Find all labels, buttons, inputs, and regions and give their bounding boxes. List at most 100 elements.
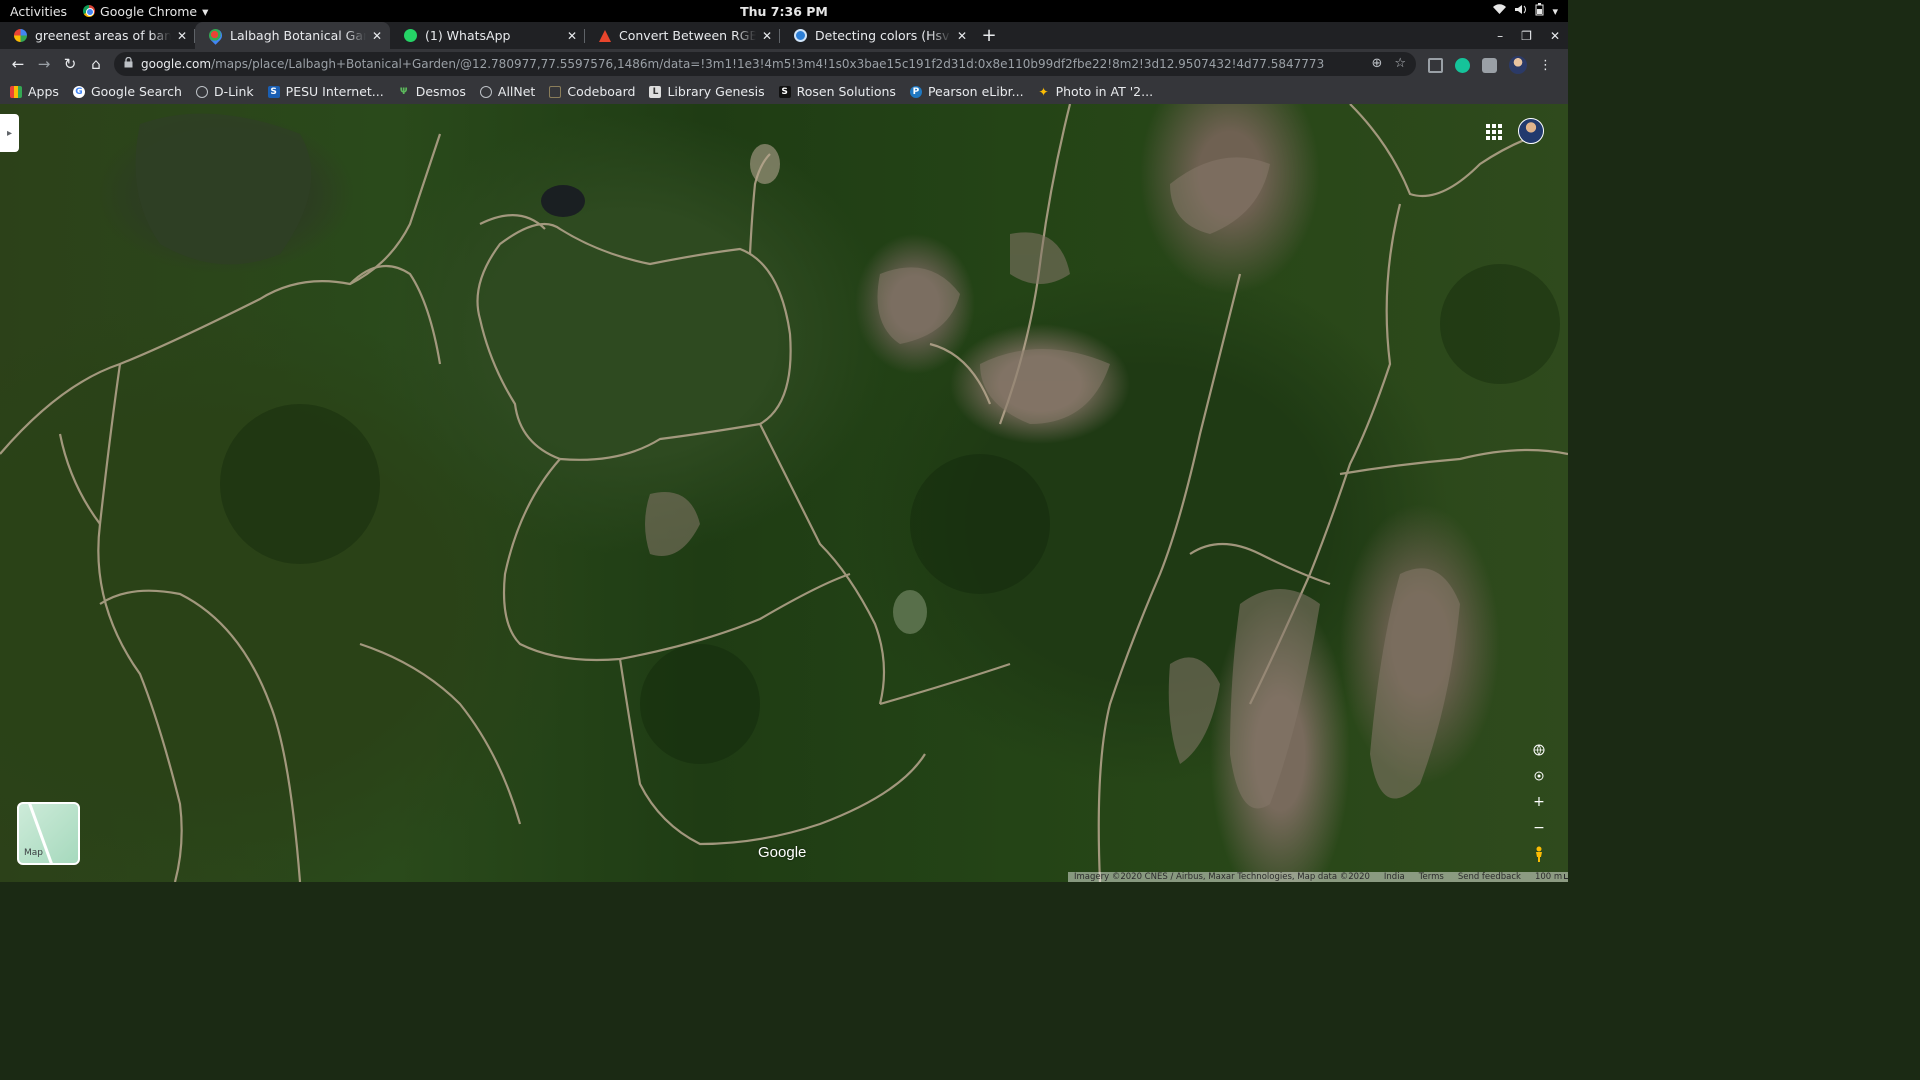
satellite-map[interactable]: ▸ Map Google + − Imagery ©2020 CNES / Ai… [0, 104, 1568, 882]
activities-button[interactable]: Activities [10, 4, 67, 19]
power-menu-icon: ▾ [1552, 4, 1558, 18]
install-app-icon[interactable]: ⊕ [1371, 56, 1382, 71]
tab-convert-rgb[interactable]: Convert Between RGB and HSV ✕ [585, 22, 780, 49]
tab-title: greenest areas of bangalore [35, 28, 171, 43]
bookmark-label: Google Search [90, 84, 182, 99]
globe-icon [479, 85, 492, 98]
library-genesis-icon: L [649, 85, 662, 98]
tab-lalbagh[interactable]: Lalbagh Botanical Garden ✕ [195, 22, 390, 49]
whatsapp-icon [404, 29, 417, 42]
bookmark-desmos[interactable]: Ψ Desmos [398, 84, 466, 99]
bookmark-label: D-Link [213, 84, 254, 99]
map-layer-label: Map [24, 848, 43, 858]
clock[interactable]: Thu 7:36 PM [740, 4, 828, 19]
kebab-menu-icon[interactable]: ⋮ [1539, 58, 1552, 73]
bookmark-label: Photo in AT '2... [1055, 84, 1154, 99]
side-panel-toggle[interactable]: ▸ [0, 114, 19, 152]
bookmarks-bar: Apps G Google Search D-Link S PESU Inter… [0, 79, 1568, 104]
url-path: /maps/place/Lalbagh+Botanical+Garden/@12… [211, 57, 1325, 71]
bookmark-apps[interactable]: Apps [10, 84, 59, 99]
system-tray[interactable]: ▾ [1493, 3, 1558, 19]
red-triangle-icon [599, 29, 611, 42]
minimize-icon[interactable]: – [1497, 29, 1503, 43]
bookmark-label: Pearson eLibr... [927, 84, 1024, 99]
forward-icon[interactable]: → [31, 55, 57, 73]
globe-icon [195, 85, 208, 98]
tab-title: Detecting colors (Hsv Color Space) [815, 28, 951, 43]
bookmark-library-genesis[interactable]: L Library Genesis [649, 84, 765, 99]
close-icon[interactable]: ✕ [957, 29, 967, 43]
address-bar[interactable]: google.com/maps/place/Lalbagh+Botanical+… [114, 52, 1416, 76]
scale-bar [1564, 874, 1568, 879]
rosen-icon: S [778, 85, 791, 98]
chrome-icon [83, 5, 96, 17]
bookmark-pearson[interactable]: P Pearson eLibr... [909, 84, 1024, 99]
lock-icon [124, 56, 133, 71]
tab-detecting-colors[interactable]: Detecting colors (Hsv Color Space) ✕ [780, 22, 975, 49]
bookmark-rosen[interactable]: S Rosen Solutions [778, 84, 896, 99]
tab-title: (1) WhatsApp [425, 28, 511, 43]
pesu-icon: S [267, 85, 280, 98]
scale-indicator[interactable]: 100 m [1535, 872, 1568, 882]
account-avatar[interactable] [1518, 118, 1544, 144]
google-watermark: Google [758, 844, 807, 861]
battery-icon [1535, 3, 1544, 19]
close-icon[interactable]: ✕ [372, 29, 382, 43]
bookmark-allnet[interactable]: AllNet [479, 84, 536, 99]
globe-icon[interactable] [1528, 742, 1550, 758]
google-icon: G [72, 85, 85, 98]
bookmark-label: AllNet [497, 84, 536, 99]
volume-icon [1514, 4, 1527, 18]
extension-puzzle-icon[interactable] [1482, 57, 1497, 73]
scale-label: 100 m [1534, 872, 1563, 882]
bookmark-pesu[interactable]: S PESU Internet... [267, 84, 384, 99]
map-layer-toggle[interactable]: Map [17, 802, 80, 865]
tab-title: Lalbagh Botanical Garden [230, 28, 366, 43]
window-controls: – ❐ ✕ [1497, 22, 1560, 49]
map-controls: + − [1528, 742, 1550, 862]
bookmark-label: PESU Internet... [285, 84, 384, 99]
wordpress-icon [794, 29, 807, 42]
url-host: google.com [141, 57, 212, 71]
bookmark-google-search[interactable]: G Google Search [72, 84, 182, 99]
close-window-icon[interactable]: ✕ [1550, 29, 1560, 43]
bookmark-label: Library Genesis [667, 84, 765, 99]
extension-copy-icon[interactable] [1428, 57, 1443, 73]
send-feedback-link[interactable]: Send feedback [1458, 872, 1521, 882]
bookmark-star-icon[interactable]: ☆ [1394, 56, 1406, 71]
google-photos-icon: ✦ [1038, 84, 1049, 99]
bookmark-photo[interactable]: ✦ Photo in AT '2... [1038, 84, 1154, 99]
google-maps-icon [206, 26, 225, 45]
close-icon[interactable]: ✕ [762, 29, 772, 43]
tab-greenest-areas[interactable]: greenest areas of bangalore ✕ [0, 22, 195, 49]
compass-icon[interactable] [1528, 768, 1550, 784]
tab-title: Convert Between RGB and HSV [619, 28, 756, 43]
home-icon[interactable]: ⌂ [83, 55, 109, 73]
bookmark-label: Codeboard [567, 84, 636, 99]
pegman-icon[interactable] [1528, 846, 1550, 862]
close-icon[interactable]: ✕ [177, 29, 187, 43]
new-tab-button[interactable]: + [975, 22, 1003, 49]
zoom-in-button[interactable]: + [1528, 794, 1550, 810]
system-top-bar: Activities Google Chrome ▾ Thu 7:36 PM ▾ [0, 0, 1568, 22]
bookmark-d-link[interactable]: D-Link [195, 84, 254, 99]
grammarly-icon[interactable] [1455, 57, 1470, 73]
back-icon[interactable]: ← [5, 55, 31, 73]
tab-whatsapp[interactable]: (1) WhatsApp ✕ [390, 22, 585, 49]
zoom-out-button[interactable]: − [1528, 820, 1550, 836]
bookmark-codeboard[interactable]: Codeboard [549, 84, 635, 99]
profile-avatar[interactable] [1509, 56, 1527, 74]
close-icon[interactable]: ✕ [567, 29, 577, 43]
reload-icon[interactable]: ↻ [57, 55, 83, 73]
browser-toolbar: ← → ↻ ⌂ google.com/maps/place/Lalbagh+Bo… [0, 49, 1568, 79]
restore-icon[interactable]: ❐ [1521, 29, 1532, 43]
region-link[interactable]: India [1384, 872, 1405, 882]
google-apps-icon[interactable] [1486, 124, 1502, 140]
chevron-down-icon: ▾ [202, 3, 209, 19]
wifi-icon [1493, 4, 1507, 18]
desmos-icon: Ψ [399, 86, 408, 97]
codeboard-icon [549, 85, 562, 98]
map-imagery [0, 104, 1568, 882]
terms-link[interactable]: Terms [1419, 872, 1444, 882]
app-menu[interactable]: Google Chrome ▾ [83, 4, 208, 19]
